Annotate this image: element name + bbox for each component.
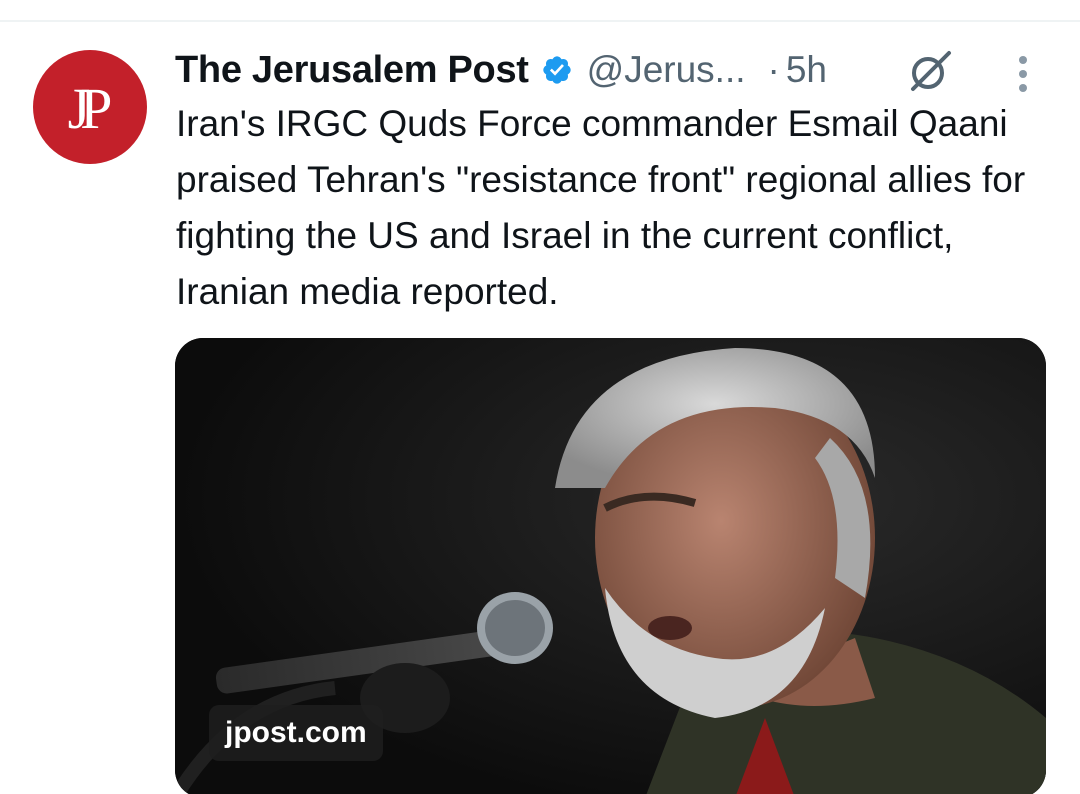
media-card[interactable]: jpost.com [175,338,1046,794]
more-dot [1019,70,1027,78]
header-separator: · [767,49,780,90]
tweet-screen: JP The Jerusalem Post @Jerus... · 5h Ira… [0,0,1080,794]
top-divider [0,20,1080,22]
media-source-badge[interactable]: jpost.com [209,705,383,761]
avatar-logo-text: JP [67,75,113,141]
more-dot [1019,56,1027,64]
author-handle[interactable]: @Jerus... [587,49,746,91]
avatar[interactable]: JP [33,50,147,164]
tweet-text: Iran's IRGC Quds Force commander Esmail … [176,103,1026,312]
more-dot [1019,84,1027,92]
media-source-label: jpost.com [225,716,367,749]
author-name[interactable]: The Jerusalem Post [175,49,529,92]
verified-badge-icon[interactable] [541,54,573,86]
more-vertical-icon[interactable] [1005,52,1041,96]
tweet-time[interactable]: 5h [786,49,827,91]
grok-icon[interactable] [905,46,955,96]
